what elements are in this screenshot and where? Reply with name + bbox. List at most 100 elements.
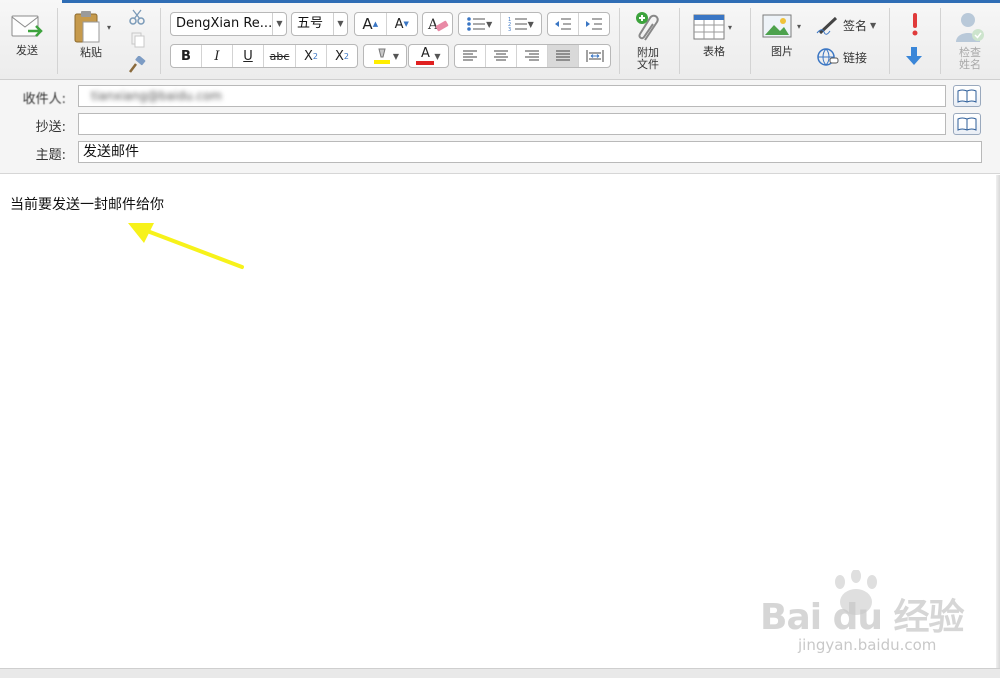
chevron-down-icon: ▼ bbox=[392, 51, 400, 61]
message-body-editor[interactable]: 当前要发送一封邮件给你 Bai du 经验 jingyan.baidu.com bbox=[0, 175, 1000, 668]
numbered-list-button[interactable]: 123 ▼ bbox=[501, 13, 542, 35]
attach-label-2: 文件 bbox=[637, 58, 659, 71]
bold-button[interactable]: B bbox=[171, 45, 202, 67]
font-size-select[interactable]: 五号 ▼ bbox=[291, 12, 348, 36]
superscript-mark: 2 bbox=[343, 51, 349, 61]
ribbon-toolbar: 发送 ▾ 粘贴 DengXian Re... ▼ 五号 ▼ A ▲ A ▼ A … bbox=[0, 0, 1000, 80]
separator bbox=[750, 8, 751, 74]
paste-label: 粘贴 bbox=[80, 46, 102, 59]
ribbon-accent-bar bbox=[62, 0, 1000, 3]
table-icon: ▾ bbox=[693, 14, 732, 40]
separator bbox=[940, 8, 941, 74]
send-button[interactable]: 发送 bbox=[6, 12, 48, 57]
format-painter-icon[interactable] bbox=[128, 55, 146, 77]
check-names-label-2: 姓名 bbox=[959, 58, 981, 71]
text-style-group: B I U abc X2 X2 bbox=[170, 44, 358, 68]
signature-button[interactable]: 签名 ▼ bbox=[816, 14, 876, 36]
decrease-indent-button[interactable] bbox=[548, 13, 579, 35]
underline-button[interactable]: U bbox=[233, 45, 264, 67]
font-color-button[interactable]: A ▼ bbox=[409, 45, 448, 67]
to-field[interactable]: tianxiang@baidu.com bbox=[78, 85, 946, 107]
to-label: 收件人: bbox=[22, 92, 66, 107]
watermark-url: jingyan.baidu.com bbox=[798, 636, 937, 654]
annotation-arrow-icon bbox=[128, 223, 244, 269]
shrink-font-button[interactable]: A ▼ bbox=[387, 13, 418, 35]
copy-icon[interactable] bbox=[130, 32, 146, 51]
subscript-button[interactable]: X2 bbox=[296, 45, 327, 67]
font-color-letter: A bbox=[420, 46, 430, 61]
subject-field[interactable]: 发送邮件 bbox=[78, 141, 982, 163]
chevron-down-icon: ▼ bbox=[333, 13, 347, 35]
shrink-font-label: A bbox=[394, 16, 404, 32]
distributed-icon bbox=[586, 50, 603, 62]
paste-button[interactable]: ▾ 粘贴 bbox=[68, 10, 114, 59]
alignment-group bbox=[454, 44, 611, 68]
message-header: 收件人: tianxiang@baidu.com 抄送: 主题: 发送邮件 bbox=[0, 80, 1000, 174]
cc-field[interactable] bbox=[78, 113, 946, 135]
table-label: 表格 bbox=[703, 45, 725, 58]
superscript-button[interactable]: X2 bbox=[327, 45, 357, 67]
highlight-color-button[interactable]: ▼ bbox=[364, 45, 406, 67]
decrease-indent-icon bbox=[554, 18, 571, 30]
attach-file-button[interactable]: 附加 文件 bbox=[628, 10, 668, 71]
font-color-group: A ▼ bbox=[408, 44, 449, 68]
align-left-icon bbox=[463, 50, 477, 61]
watermark-brand: Bai du 经验 bbox=[760, 597, 965, 638]
svg-text:3: 3 bbox=[508, 27, 511, 32]
address-book-icon bbox=[957, 117, 977, 131]
highlight-group: ▼ bbox=[363, 44, 407, 68]
font-name-select[interactable]: DengXian Re... ▼ bbox=[170, 12, 287, 36]
low-importance-button[interactable] bbox=[903, 46, 925, 68]
table-button[interactable]: ▾ 表格 bbox=[690, 12, 738, 58]
send-label: 发送 bbox=[16, 44, 38, 57]
separator bbox=[57, 8, 58, 74]
clear-format-group: A bbox=[422, 12, 453, 36]
svg-text:▾: ▾ bbox=[107, 23, 111, 32]
globe-link-icon bbox=[817, 48, 839, 66]
person-check-icon bbox=[956, 13, 984, 42]
chevron-down-icon: ▼ bbox=[272, 13, 286, 35]
bullet-list-button[interactable]: ▼ bbox=[459, 13, 501, 35]
bullet-list-icon bbox=[467, 17, 486, 31]
to-address: tianxiang@baidu.com bbox=[91, 89, 222, 103]
link-button[interactable]: 链接 bbox=[816, 46, 867, 68]
align-left-button[interactable] bbox=[455, 45, 486, 67]
bottom-status-bar bbox=[0, 668, 1000, 678]
font-name-value: DengXian Re... bbox=[176, 16, 273, 31]
subscript-mark: 2 bbox=[312, 51, 318, 61]
address-book-button-cc[interactable] bbox=[953, 113, 981, 135]
subject-value: 发送邮件 bbox=[83, 144, 139, 160]
italic-button[interactable]: I bbox=[202, 45, 233, 67]
align-right-button[interactable] bbox=[517, 45, 548, 67]
chevron-down-icon: ▼ bbox=[486, 19, 493, 29]
paperclip-icon bbox=[636, 12, 659, 41]
justify-button[interactable] bbox=[548, 45, 579, 67]
check-names-button[interactable]: 检查 姓名 bbox=[948, 10, 992, 71]
link-label: 链接 bbox=[843, 50, 868, 65]
svg-text:A: A bbox=[427, 17, 439, 33]
clear-formatting-button[interactable]: A bbox=[423, 13, 452, 35]
chevron-down-icon: ▼ bbox=[870, 20, 877, 30]
strikethrough-button[interactable]: abc bbox=[264, 45, 296, 67]
align-center-icon bbox=[494, 50, 508, 61]
subject-label: 主题: bbox=[35, 148, 66, 163]
triangle-up-icon: ▲ bbox=[372, 20, 379, 28]
separator bbox=[160, 8, 161, 74]
align-center-button[interactable] bbox=[486, 45, 517, 67]
high-importance-button[interactable] bbox=[905, 12, 925, 38]
distributed-button[interactable] bbox=[579, 45, 610, 67]
highlighter-icon bbox=[373, 48, 390, 64]
grow-font-button[interactable]: A ▲ bbox=[355, 13, 387, 35]
window-edge-shadow bbox=[996, 175, 1000, 668]
send-icon bbox=[11, 15, 43, 37]
cut-icon[interactable] bbox=[128, 8, 146, 29]
font-color-swatch bbox=[416, 61, 435, 65]
address-book-button-to[interactable] bbox=[953, 85, 981, 107]
separator bbox=[679, 8, 680, 74]
eraser-icon: A bbox=[427, 17, 448, 33]
increase-indent-icon bbox=[585, 18, 602, 30]
clipboard-icon: ▾ bbox=[74, 11, 111, 43]
picture-button[interactable]: ▾ 图片 bbox=[758, 12, 806, 58]
chevron-down-icon: ▼ bbox=[527, 19, 534, 29]
increase-indent-button[interactable] bbox=[579, 13, 609, 35]
